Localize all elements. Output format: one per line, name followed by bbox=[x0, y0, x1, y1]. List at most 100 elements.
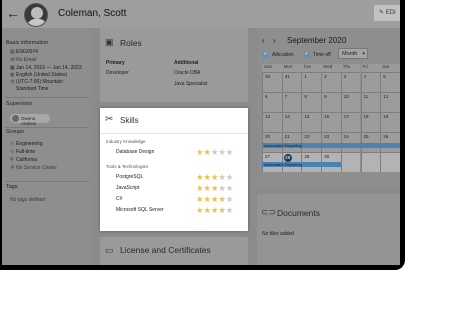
calendar-day[interactable]: 11 bbox=[360, 92, 381, 112]
roles-title: Roles bbox=[120, 38, 142, 48]
star-icon[interactable]: ★ bbox=[226, 194, 234, 204]
day-number: 22 bbox=[304, 134, 310, 139]
day-number: 8 bbox=[304, 94, 307, 99]
calendar-day[interactable]: 20 bbox=[262, 132, 282, 152]
calendar-day[interactable]: 23 bbox=[321, 132, 341, 152]
calendar-day[interactable]: 18 bbox=[360, 112, 381, 132]
calendar-day[interactable]: 24 bbox=[340, 132, 361, 152]
weekday-header: Sat bbox=[380, 64, 400, 72]
weekday-header: Fri bbox=[360, 64, 381, 72]
calendar-panel: ‹ › September 2020 ✓ Allocation ✓ Time o… bbox=[257, 28, 400, 188]
view-select-value: Month bbox=[342, 51, 358, 57]
day-number: 31 bbox=[284, 74, 290, 79]
prev-month-icon[interactable]: ‹ bbox=[262, 36, 265, 45]
calendar-month: September 2020 bbox=[287, 36, 347, 45]
calendar-day[interactable]: 16 bbox=[321, 112, 341, 132]
supervisor-avatar bbox=[12, 115, 19, 122]
star-icon[interactable]: ★ bbox=[203, 194, 211, 204]
calendar-day[interactable]: 31 bbox=[281, 72, 302, 92]
calendar-day[interactable] bbox=[380, 152, 400, 172]
calendar-event[interactable]: Automated Reporting bbox=[262, 143, 400, 148]
star-icon[interactable]: ★ bbox=[203, 205, 211, 215]
group-name: Full-time bbox=[16, 149, 36, 155]
calendar-day[interactable]: 30 bbox=[262, 72, 282, 92]
view-select[interactable]: Month ▾ bbox=[338, 48, 368, 59]
calendar-day[interactable] bbox=[360, 152, 381, 172]
calendar-day[interactable]: 25 bbox=[360, 132, 381, 152]
day-number: 13 bbox=[265, 114, 271, 119]
star-icon[interactable]: ★ bbox=[226, 205, 234, 215]
star-icon[interactable]: ★ bbox=[226, 147, 234, 157]
calendar-day[interactable]: 21 bbox=[281, 132, 302, 152]
calendar-day[interactable]: 9 bbox=[321, 92, 341, 112]
day-number: 17 bbox=[343, 114, 349, 119]
day-number: 21 bbox=[284, 134, 290, 139]
additional-role: Java Specialist bbox=[174, 81, 208, 87]
star-icon[interactable]: ★ bbox=[218, 183, 226, 193]
weekday-header: Tue bbox=[301, 64, 322, 72]
supervisor-name: Owens, Andrew bbox=[21, 116, 37, 126]
day-number: 29 bbox=[304, 154, 310, 159]
calendar-day[interactable]: 2 bbox=[321, 72, 341, 92]
calendar-day[interactable]: 3 bbox=[340, 72, 361, 92]
star-icon[interactable]: ★ bbox=[226, 172, 234, 182]
basic-info-line: ▦Jan 14, 2019 — Jan 14, 2023 bbox=[10, 65, 82, 71]
basic-info-title: Basic information bbox=[6, 40, 49, 46]
day-number: 6 bbox=[265, 94, 268, 99]
calendar-day[interactable]: 26 bbox=[380, 132, 400, 152]
allocation-checkbox[interactable]: ✓ bbox=[262, 51, 269, 58]
timeoff-checkbox[interactable]: ✓ bbox=[303, 51, 310, 58]
star-icon[interactable]: ★ bbox=[218, 147, 226, 157]
calendar-day[interactable]: 5 bbox=[380, 72, 400, 92]
back-arrow-icon[interactable]: ← bbox=[6, 5, 20, 21]
calendar-day[interactable]: 17 bbox=[340, 112, 361, 132]
calendar-day[interactable]: 8 bbox=[301, 92, 322, 112]
star-icon[interactable]: ★ bbox=[218, 172, 226, 182]
star-icon[interactable]: ★ bbox=[203, 172, 211, 182]
calendar-day[interactable] bbox=[340, 152, 361, 172]
skills-card: ✂ Skills Industry Knowledge Database Desi… bbox=[100, 108, 248, 231]
basic-info-line: ◍ English (United States) bbox=[10, 72, 67, 78]
calendar-event[interactable]: Automated Reporting bbox=[262, 162, 341, 167]
documents-title: Documents bbox=[277, 208, 320, 218]
skill-rating: ★★★★★ bbox=[196, 147, 234, 157]
calendar-day[interactable]: 13 bbox=[262, 112, 282, 132]
edit-button[interactable]: ✎ EDI bbox=[374, 5, 400, 21]
star-icon[interactable]: ★ bbox=[218, 205, 226, 215]
basic-info-line: Standard Time bbox=[10, 86, 49, 92]
calendar-day[interactable]: 10 bbox=[340, 92, 361, 112]
day-number: 14 bbox=[284, 114, 290, 119]
day-number: 9 bbox=[324, 94, 327, 99]
calendar-day[interactable]: 4 bbox=[360, 72, 381, 92]
roles-icon: ▣ bbox=[105, 37, 114, 47]
calendar-day[interactable]: 19 bbox=[380, 112, 400, 132]
day-number: 23 bbox=[324, 134, 330, 139]
star-icon[interactable]: ★ bbox=[218, 194, 226, 204]
star-icon[interactable]: ★ bbox=[203, 183, 211, 193]
primary-roles-header: Primary bbox=[106, 60, 125, 66]
chevron-down-icon: ▾ bbox=[362, 51, 365, 57]
day-number: 1 bbox=[304, 74, 307, 79]
basic-info-line: ✉ No Email bbox=[10, 57, 36, 63]
star-icon[interactable]: ★ bbox=[226, 183, 234, 193]
calendar-day[interactable]: 6 bbox=[262, 92, 282, 112]
skill-name: Database Design bbox=[116, 149, 155, 155]
basic-info-text: No Email bbox=[16, 57, 37, 63]
calendar-day[interactable]: 12 bbox=[380, 92, 400, 112]
calendar-day[interactable]: 1 bbox=[301, 72, 322, 92]
calendar-day[interactable]: 22 bbox=[301, 132, 322, 152]
star-icon[interactable]: ★ bbox=[203, 147, 211, 157]
day-number: 25 bbox=[363, 134, 369, 139]
supervisor-chip[interactable]: Owens, Andrew bbox=[10, 114, 50, 126]
calendar-day[interactable]: 14 bbox=[281, 112, 302, 132]
calendar-day[interactable]: 15 bbox=[301, 112, 322, 132]
basic-info-line: ▤ENG0074 bbox=[10, 49, 38, 55]
next-month-icon[interactable]: › bbox=[273, 36, 276, 45]
weekday-header: Wed bbox=[321, 64, 341, 72]
calendar-day[interactable]: 7 bbox=[281, 92, 302, 112]
skill-category: Tools & Technologies bbox=[106, 164, 149, 169]
day-number: 7 bbox=[284, 94, 288, 99]
group-name: Engineering bbox=[16, 141, 43, 147]
group-name: No Service Center bbox=[16, 165, 57, 171]
edit-button-label: EDI bbox=[385, 10, 396, 16]
